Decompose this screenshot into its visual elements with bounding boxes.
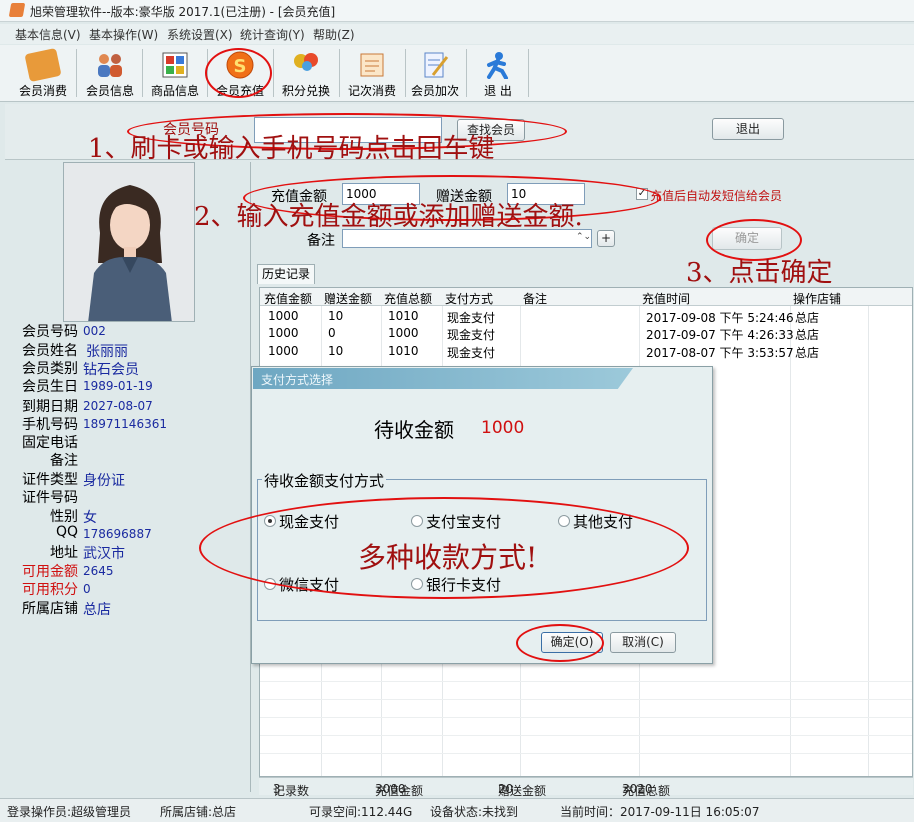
value-member-number: 002 [83,324,106,338]
window-title: 旭荣管理软件--版本:豪华版 2017.1(已注册) - [会员充值] [30,5,336,19]
value-gender: 女 [83,510,97,526]
field-available-points: 可用积分 [22,582,78,598]
menu-basic-ops[interactable]: 基本操作(W) [89,26,158,43]
note-input[interactable] [342,229,592,248]
toolbar-label: 会员消费 [18,84,67,98]
column-header[interactable]: 赠送金额 [324,290,372,307]
field-landline: 固定电话 [22,435,78,451]
toolbar-label: 退 出 [484,84,512,98]
field-birthday: 会员生日 [22,379,78,395]
toolbar-member-info-button[interactable]: 会员信息 [78,47,142,99]
history-summary: 记录数 3 充值金额 3000 赠送金额 20 充值总额 3020 [259,777,913,798]
toolbar-label: 记次消费 [347,84,396,98]
due-amount-label: 待收金额 [374,418,454,442]
menu-basic-info[interactable]: 基本信息(V) [15,26,81,43]
field-member-category: 会员类别 [22,361,78,377]
field-available-balance: 可用金额 [22,564,78,580]
card-icon [24,47,62,83]
toolbar-member-add-count-button[interactable]: 会员加次 [403,47,467,99]
value-expiry-date: 2027-08-07 [83,399,153,413]
payment-cancel-button[interactable]: 取消(C) [610,632,676,653]
field-id-number: 证件号码 [22,490,78,506]
app-icon [8,3,26,17]
status-time: 当前时间：2017-09-11日 16:05:07 [560,805,760,819]
value-qq: 178696887 [83,527,152,541]
highlight-ring-ok [516,624,604,662]
payment-method-group-label: 待收金额支付方式 [262,470,387,491]
menu-stats[interactable]: 统计查询(Y) [240,26,305,43]
value-address: 武汉市 [83,546,125,562]
value-birthday: 1989-01-19 [83,379,153,393]
status-shop: 所属店铺:总店 [160,805,237,819]
column-header[interactable]: 充值时间 [642,290,690,307]
member-photo [63,162,195,322]
menu-settings[interactable]: 系统设置(X) [167,26,233,43]
value-member-category: 钻石会员 [83,362,139,378]
note-dropdown-icon[interactable]: ⌃⌄ [576,232,591,242]
title-bar: 旭荣管理软件--版本:豪华版 2017.1(已注册) - [会员充值] [0,0,914,22]
field-member-name: 会员姓名 [22,343,78,359]
column-header[interactable]: 操作店铺 [793,290,841,307]
field-gender: 性别 [50,509,78,525]
menu-help[interactable]: 帮助(Z) [313,26,355,43]
toolbar-member-consume-button[interactable]: 会员消费 [11,47,75,99]
field-expiry-date: 到期日期 [22,399,78,415]
value-shop: 总店 [83,602,111,618]
highlight-ring-recharge [205,48,272,98]
history-table-header: 充值金额 赠送金额 充值总额 支付方式 备注 充值时间 操作店铺 [260,288,912,306]
sms-label: 充值后自动发短信给会员 [650,189,783,203]
payment-dialog-title-bar: 支付方式选择 [253,368,633,389]
exit-button[interactable]: 退出 [712,118,784,140]
field-qq: QQ [55,524,78,540]
payment-dialog-title: 支付方式选择 [261,373,334,387]
annotation-step3: 3、点击确定 [686,258,833,288]
menu-bar: 基本信息(V) 基本操作(W) 系统设置(X) 统计查询(Y) 帮助(Z) [0,24,914,44]
status-bar: 登录操作员:超级管理员 所属店铺:总店 可录空间:112.44G 设备状态:未找… [0,798,914,822]
toolbar: 会员消费 会员信息 商品信息 S 会员充值 积分兑换 记次消费 会员加次 退 出 [0,45,914,102]
toolbar-exit-button[interactable]: 退 出 [466,47,530,99]
add-note-button[interactable]: + [597,230,615,247]
annotation-step1: 1、刷卡或输入手机号码点击回车键 [88,134,495,164]
value-member-name: 张丽丽 [86,344,128,360]
value-available-points: 0 [83,582,91,596]
grid-icon [159,51,191,79]
status-device: 设备状态:未找到 [430,805,519,819]
toolbar-count-consume-button[interactable]: 记次消费 [340,47,404,99]
tab-history[interactable]: 历史记录 [257,264,315,284]
running-man-icon [482,51,514,80]
field-shop: 所属店铺 [22,601,78,617]
field-address: 地址 [50,545,78,561]
status-operator: 登录操作员:超级管理员 [7,805,132,819]
notebook-icon [356,51,388,79]
balloons-icon [290,51,322,79]
field-remark: 备注 [50,453,78,469]
column-header[interactable]: 备注 [523,290,547,307]
users-icon [94,51,126,79]
field-member-number: 会员号码 [22,324,78,340]
toolbar-label: 会员信息 [85,84,134,98]
column-header[interactable]: 充值总额 [384,290,432,307]
value-id-type: 身份证 [83,473,125,489]
toolbar-label: 商品信息 [150,84,199,98]
status-space: 可录空间:112.44G [309,805,413,819]
edit-doc-icon [419,51,451,79]
field-mobile: 手机号码 [22,417,78,433]
annotation-step2: 2、输入充值金额或添加赠送金额. [194,202,583,232]
column-header[interactable]: 充值金额 [264,290,312,307]
toolbar-goods-info-button[interactable]: 商品信息 [143,47,207,99]
value-available-balance: 2645 [83,564,114,578]
toolbar-label: 会员加次 [410,84,459,98]
toolbar-label: 积分兑换 [281,84,330,98]
note-label: 备注 [307,233,335,249]
column-header[interactable]: 支付方式 [445,290,493,307]
annotation-multi-payment: 多种收款方式! [358,541,538,574]
field-id-type: 证件类型 [22,472,78,488]
toolbar-points-exchange-button[interactable]: 积分兑换 [274,47,338,99]
due-amount-value: 1000 [481,418,525,438]
value-mobile: 18971146361 [83,417,167,431]
